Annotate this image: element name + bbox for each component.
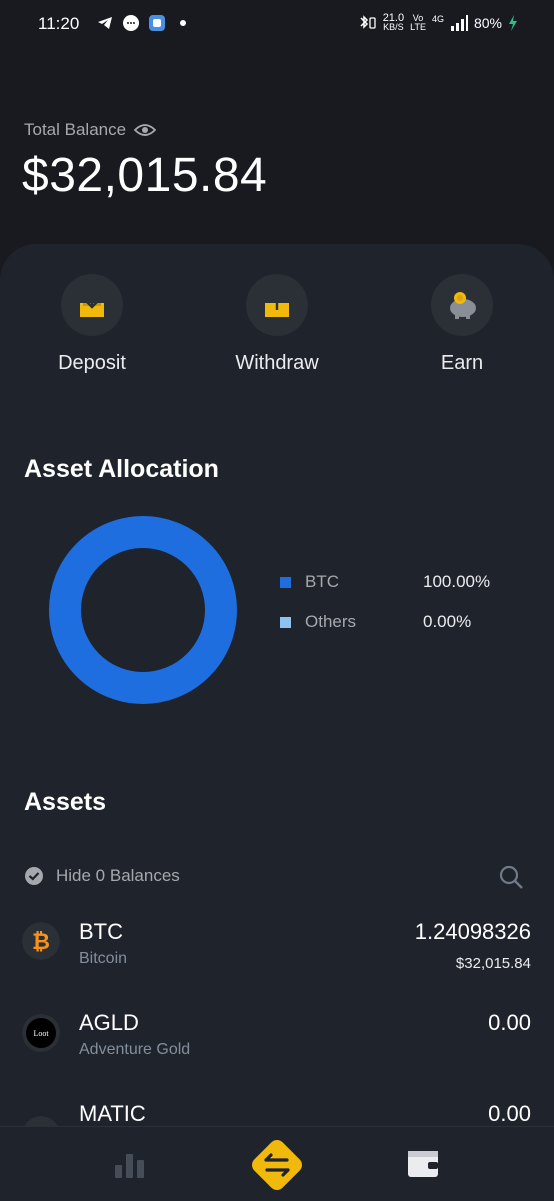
earn-icon-wrap [431,274,493,336]
messenger-icon [123,15,139,31]
legend-swatch-others [280,616,291,628]
legend-name-btc: BTC [305,572,339,591]
svg-text:₿: ₿ [32,929,50,954]
svg-text:Loot: Loot [33,1029,49,1038]
asset-symbol: AGLD [79,1010,139,1035]
eye-icon[interactable] [134,122,157,138]
loot-icon: Loot [22,1014,60,1052]
battery-percent: 80% [473,15,502,31]
asset-symbol: BTC [79,919,123,944]
asset-row-matic[interactable]: MATIC 0.00 [0,1092,554,1126]
wallet-icon[interactable] [406,1147,442,1179]
piggy-bank-icon [450,292,476,319]
checkmark-circle-icon [25,867,43,885]
legend-value-btc: 100.00% [423,572,491,591]
bitcoin-icon: ₿ [22,922,60,960]
asset-amount: 0.00 [488,1101,531,1126]
withdraw-label: Withdraw [235,352,319,374]
bottom-navigation [0,1126,554,1201]
search-icon[interactable] [498,864,524,890]
telegram-icon [98,17,112,29]
asset-allocation-title: Asset Allocation [24,455,219,483]
asset-row-btc[interactable]: ₿ BTC Bitcoin 1.24098326 $32,015.84 [0,910,554,1000]
signal-icon [450,15,468,31]
asset-name: Adventure Gold [79,1041,191,1058]
asset-row-agld[interactable]: Loot AGLD Adventure Gold 0.00 [0,1001,554,1091]
withdraw-icon-wrap [246,274,308,336]
polygon-icon [24,1116,58,1126]
notification-icons [96,14,192,32]
net-speed: 21.0 KB/S [383,13,404,32]
net-speed-unit: KB/S [383,22,404,32]
status-right: 21.0 KB/S Vo LTE 4G 80% [357,13,518,32]
trade-icon[interactable] [244,1132,310,1198]
legend-btc: BTC 100.00% [280,572,540,592]
legend-name-others: Others [305,612,357,631]
legend-swatch-btc [280,576,291,588]
balance-label-text: Total Balance [24,120,127,139]
total-balance-value: $32,015.84 [22,149,268,202]
status-bar: 11:20 21.0 KB/S Vo LTE 4G 80% [0,0,554,48]
status-time: 11:20 [38,14,80,33]
more-dot-icon [180,20,186,26]
deposit-button[interactable]: Deposit [22,274,162,375]
legend-others: Others 0.00% [280,612,540,632]
hide-zero-balances-label: Hide 0 Balances [56,866,180,885]
assets-title: Assets [24,788,106,816]
markets-icon[interactable] [112,1149,148,1179]
network-type: 4G [431,14,444,24]
action-card: Deposit Withdraw Earn [0,244,554,407]
donut-segment-btc[interactable] [49,516,237,704]
hide-zero-balances-toggle[interactable]: Hide 0 Balances [24,866,180,886]
total-balance-label: Total Balance [24,120,157,140]
asset-usd-value: $32,015.84 [455,955,531,972]
asset-symbol: MATIC [79,1101,146,1126]
earn-label: Earn [440,352,484,374]
volte: Vo LTE [410,14,426,32]
deposit-icon-wrap [61,274,123,336]
earn-button[interactable]: Earn [392,274,532,375]
volte-bottom: LTE [410,22,426,32]
asset-amount: 0.00 [488,1010,531,1035]
withdraw-button[interactable]: Withdraw [207,274,347,375]
deposit-icon [80,293,104,317]
allocation-donut-chart[interactable] [49,516,237,704]
charging-icon [509,15,517,31]
legend-value-others: 0.00% [423,612,472,631]
bluetooth-vibrate-icon [360,15,376,29]
deposit-label: Deposit [58,352,126,374]
withdraw-icon [265,292,289,317]
app-icon [149,15,165,31]
asset-amount: 1.24098326 [414,919,531,944]
asset-name: Bitcoin [79,950,128,967]
